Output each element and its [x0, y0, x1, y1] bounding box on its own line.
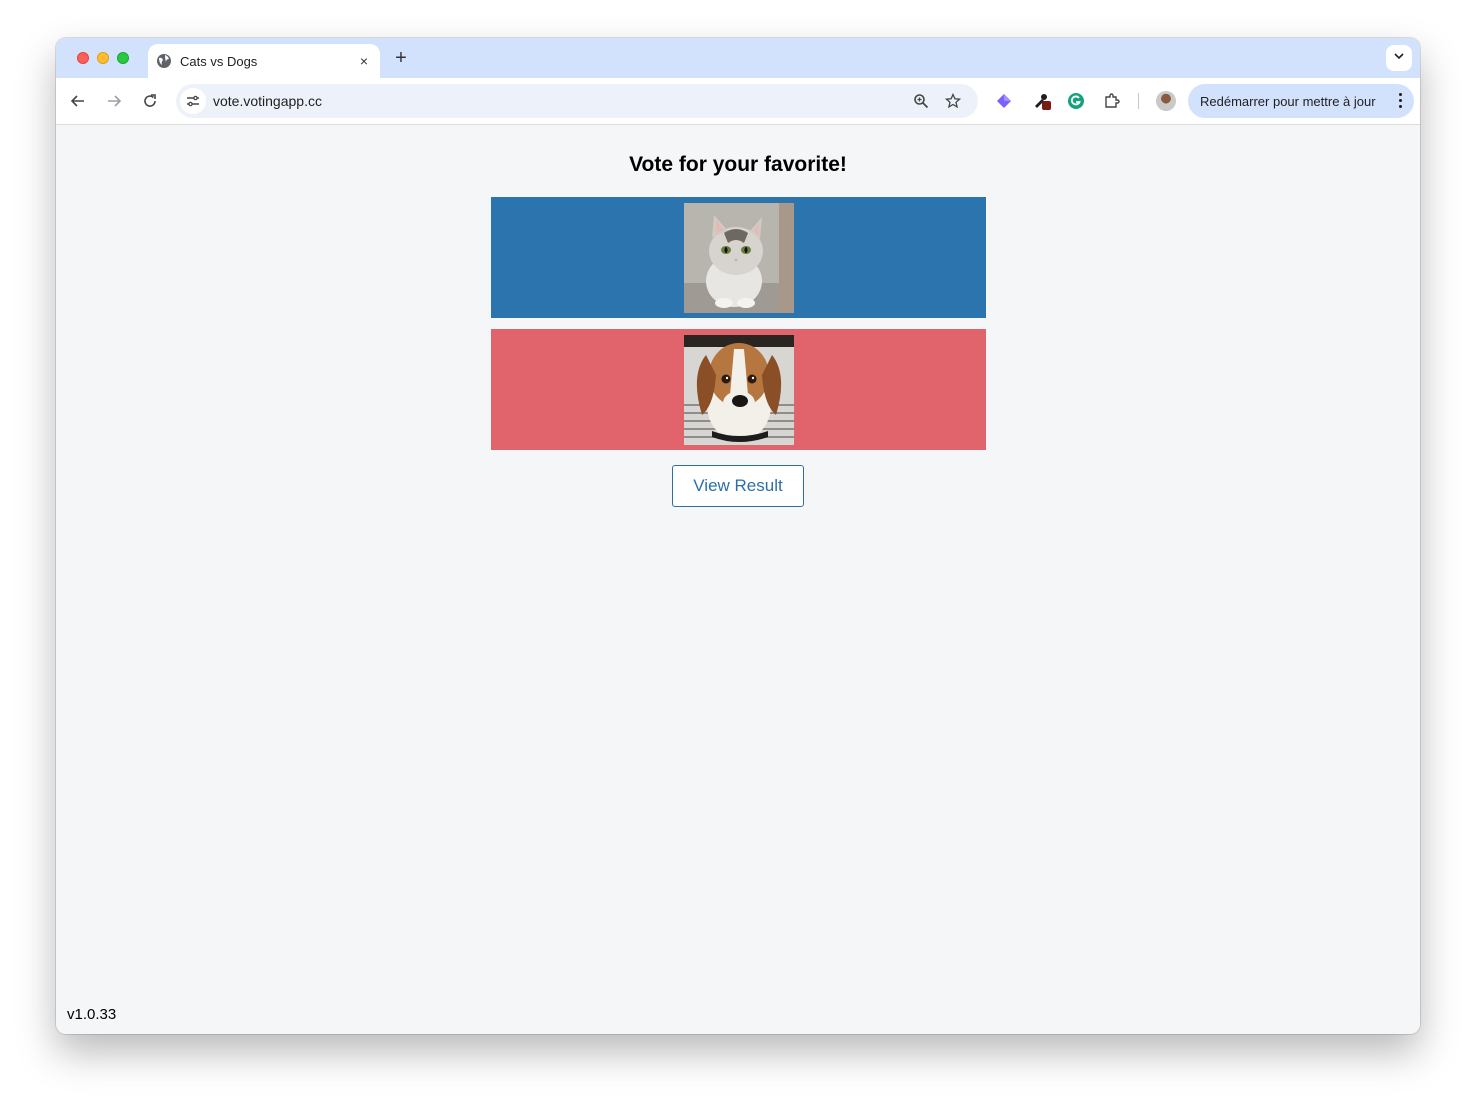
forward-button[interactable]: [103, 90, 125, 112]
tab-title: Cats vs Dogs: [180, 53, 258, 69]
bookmark-star-icon[interactable]: [944, 92, 962, 110]
extension-grammarly-icon[interactable]: [1065, 90, 1087, 112]
address-bar[interactable]: vote.votingapp.cc: [176, 84, 978, 118]
dog-photo: [683, 334, 794, 445]
tab-close-icon[interactable]: ×: [354, 51, 374, 71]
page-content: Vote for your favorite! View Result v1.0…: [56, 126, 1420, 1034]
browser-tab-active[interactable]: Cats vs Dogs ×: [148, 44, 380, 78]
minimize-window-button[interactable]: [97, 52, 109, 64]
version-label: v1.0.33: [67, 1006, 117, 1023]
reload-button[interactable]: [139, 90, 161, 112]
reload-icon: [144, 94, 156, 107]
globe-icon: [156, 53, 172, 69]
cat-photo: [683, 202, 794, 313]
zoom-window-button[interactable]: [117, 52, 129, 64]
back-button[interactable]: [67, 90, 89, 112]
vote-dogs-button[interactable]: [491, 329, 986, 450]
page-title: Vote for your favorite!: [629, 153, 847, 176]
restart-to-update-button[interactable]: Redémarrer pour mettre à jour: [1188, 84, 1414, 118]
browser-toolbar: vote.votingapp.cc Redémarrer pour mettre…: [56, 78, 1420, 125]
extension-eyedropper-icon[interactable]: [1031, 90, 1053, 112]
profile-avatar[interactable]: [1156, 91, 1176, 111]
more-menu-icon[interactable]: [1399, 93, 1402, 108]
arrow-left-icon: [70, 95, 84, 107]
close-window-button[interactable]: [77, 52, 89, 64]
browser-window: Cats vs Dogs × + vote.votingapp.cc Redém…: [56, 38, 1420, 1034]
arrow-right-icon: [108, 95, 122, 107]
extensions-puzzle-icon[interactable]: [1101, 90, 1123, 112]
zoom-icon[interactable]: [912, 92, 930, 110]
toolbar-divider: [1138, 93, 1139, 109]
chevron-down-icon: [1393, 49, 1405, 67]
tune-icon: [187, 95, 199, 107]
tab-search-button[interactable]: [1386, 45, 1412, 71]
tab-strip: Cats vs Dogs × +: [56, 38, 1420, 78]
url-text: vote.votingapp.cc: [213, 93, 322, 109]
extension-diamond-icon[interactable]: [993, 90, 1015, 112]
vote-cats-button[interactable]: [491, 197, 986, 318]
new-tab-button[interactable]: +: [390, 47, 412, 69]
restart-to-update-label: Redémarrer pour mettre à jour: [1200, 93, 1376, 109]
site-info-button[interactable]: [180, 88, 206, 114]
view-result-button[interactable]: View Result: [672, 465, 804, 507]
